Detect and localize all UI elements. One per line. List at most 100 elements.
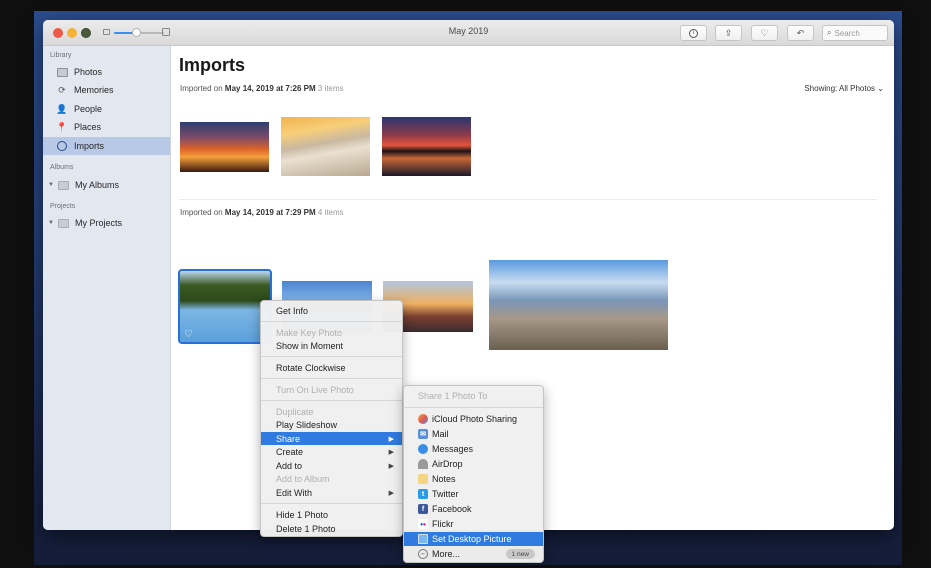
- moment-date: May 14, 2019 at 7:29 PM: [224, 208, 316, 217]
- menu-item-label: Hide 1 Photo: [276, 509, 329, 520]
- heart-icon: ♡: [760, 27, 769, 38]
- share-item-label: Notes: [432, 474, 456, 484]
- share-item-label: AirDrop: [432, 459, 463, 469]
- library-section-label: Library: [50, 52, 72, 59]
- share-item-airdrop[interactable]: AirDrop: [404, 457, 543, 471]
- share-item-label: Flickr: [432, 519, 454, 529]
- sidebar-item-imports[interactable]: Imports: [43, 137, 170, 155]
- share-item-label: Facebook: [432, 504, 472, 514]
- share-item-facebook[interactable]: f Facebook: [404, 502, 543, 516]
- sidebar-item-label: Places: [74, 122, 102, 132]
- menu-item-label: Add to: [276, 460, 303, 471]
- menu-item-get-info[interactable]: Get Info: [261, 304, 402, 317]
- sidebar-item-label: People: [74, 104, 103, 114]
- menu-item-edit-with[interactable]: Edit With ▶: [261, 486, 402, 499]
- mail-icon: ✉: [418, 429, 428, 439]
- search-field[interactable]: ⌕ Search: [822, 25, 888, 41]
- share-submenu: Share 1 Photo To iCloud Photo Sharing ✉ …: [403, 385, 544, 563]
- notes-icon: [418, 474, 428, 484]
- search-placeholder: Search: [834, 28, 860, 38]
- share-item-set-desktop-picture[interactable]: Set Desktop Picture: [404, 532, 543, 546]
- share-item-label: Mail: [432, 429, 449, 439]
- sidebar-item-memories[interactable]: ⟳ Memories: [43, 81, 170, 99]
- menu-item-duplicate: Duplicate: [261, 405, 402, 418]
- menu-item-label: Duplicate: [276, 406, 314, 417]
- menu-item-share[interactable]: Share ▶: [261, 432, 402, 445]
- showing-label: Showing: All Photos: [804, 84, 876, 93]
- photo-thumbnail[interactable]: [489, 260, 668, 350]
- share-item-icloud[interactable]: iCloud Photo Sharing: [404, 412, 543, 426]
- search-icon: ⌕: [827, 28, 832, 37]
- sidebar-item-my-albums[interactable]: ▼ My Albums: [43, 176, 170, 194]
- menu-separator: [261, 356, 402, 357]
- people-icon: 👤: [56, 103, 68, 114]
- disclosure-triangle-icon[interactable]: ▼: [48, 220, 54, 226]
- menu-item-delete-photo[interactable]: Delete 1 Photo: [261, 522, 402, 535]
- folder-icon: [57, 179, 69, 191]
- share-item-mail[interactable]: ✉ Mail: [404, 427, 543, 441]
- favorite-button[interactable]: ♡: [751, 25, 778, 41]
- info-icon: i: [689, 28, 698, 38]
- rotate-button[interactable]: ↶: [787, 25, 814, 41]
- menu-separator: [261, 503, 402, 504]
- showing-filter-dropdown[interactable]: Showing: All Photos ⌄: [804, 84, 884, 93]
- moment-header: Imported on May 14, 2019 at 7:26 PM 3 it…: [180, 84, 344, 93]
- desktop-picture-icon: [418, 534, 428, 544]
- new-badge: 1 new: [505, 549, 535, 559]
- menu-item-label: Add to Album: [276, 473, 330, 484]
- menu-item-label: Show in Moment: [276, 340, 344, 351]
- info-button[interactable]: i: [680, 25, 707, 41]
- moment-count: 3 items: [317, 84, 344, 93]
- icloud-photo-sharing-icon: [418, 414, 428, 424]
- more-icon: –: [418, 549, 428, 559]
- menu-item-label: Edit With: [276, 487, 313, 498]
- menu-item-hide-photo[interactable]: Hide 1 Photo: [261, 508, 402, 521]
- menu-item-rotate-clockwise[interactable]: Rotate Clockwise: [261, 361, 402, 374]
- photo-thumbnail-selected[interactable]: [178, 269, 272, 344]
- menu-item-create[interactable]: Create ▶: [261, 445, 402, 458]
- sidebar-item-my-projects[interactable]: ▼ My Projects: [43, 214, 170, 232]
- menu-item-label: Play Slideshow: [276, 419, 338, 430]
- menu-item-make-key-photo: Make Key Photo: [261, 326, 402, 339]
- moment-prefix: Imported on: [180, 84, 225, 93]
- menu-item-add-to-album: Add to Album: [261, 472, 402, 485]
- share-item-label: Messages: [432, 444, 474, 454]
- facebook-icon: f: [418, 504, 428, 514]
- moment-date: May 14, 2019 at 7:26 PM: [224, 84, 316, 93]
- sidebar-item-places[interactable]: 📍 Places: [43, 118, 170, 136]
- title-bar: May 2019 i ⇪ ♡ ↶ ⌕ Search: [43, 20, 894, 46]
- menu-item-label: Delete 1 Photo: [276, 523, 336, 534]
- sidebar-item-photos[interactable]: Photos: [43, 63, 170, 81]
- sidebar: Library Photos ⟳ Memories 👤 People 📍 Pla…: [43, 46, 171, 530]
- menu-item-play-slideshow[interactable]: Play Slideshow: [261, 418, 402, 431]
- places-icon: 📍: [56, 121, 68, 132]
- share-item-twitter[interactable]: t Twitter: [404, 487, 543, 501]
- menu-item-label: Create: [276, 446, 304, 457]
- share-button[interactable]: ⇪: [715, 25, 742, 41]
- menu-item-label: Get Info: [276, 305, 309, 316]
- submenu-arrow-icon: ▶: [388, 489, 394, 497]
- menu-item-show-in-moment[interactable]: Show in Moment: [261, 339, 402, 352]
- share-item-label: More...: [432, 549, 461, 559]
- heart-icon[interactable]: ♡: [184, 329, 193, 340]
- photo-thumbnail[interactable]: [382, 117, 471, 176]
- share-item-messages[interactable]: Messages: [404, 442, 543, 456]
- context-menu: Get Info Make Key Photo Show in Moment R…: [260, 300, 403, 537]
- photos-icon: [56, 66, 68, 78]
- submenu-arrow-icon: ▶: [388, 448, 394, 456]
- disclosure-triangle-icon[interactable]: ▼: [48, 182, 54, 188]
- share-item-notes[interactable]: Notes: [404, 472, 543, 486]
- sidebar-item-people[interactable]: 👤 People: [43, 100, 170, 118]
- share-item-more[interactable]: – More... 1 new: [404, 547, 543, 561]
- photo-thumbnail[interactable]: [180, 122, 269, 172]
- rotate-icon: ↶: [796, 27, 805, 38]
- moment-header: Imported on May 14, 2019 at 7:29 PM 4 it…: [180, 208, 344, 217]
- photo-thumbnail[interactable]: [281, 117, 370, 176]
- flickr-icon: • •: [418, 519, 428, 529]
- albums-section-label: Albums: [50, 164, 74, 171]
- messages-icon: [418, 444, 428, 454]
- submenu-arrow-icon: ▶: [388, 462, 394, 470]
- menu-item-add-to[interactable]: Add to ▶: [261, 459, 402, 472]
- memories-icon: ⟳: [58, 84, 66, 95]
- share-item-flickr[interactable]: • • Flickr: [404, 517, 543, 531]
